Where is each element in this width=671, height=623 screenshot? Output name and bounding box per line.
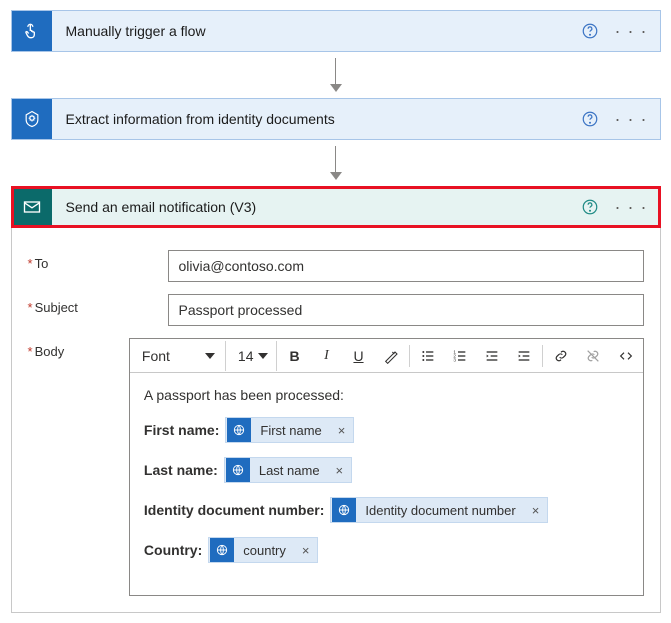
mail-icon — [12, 187, 52, 227]
body-editor: Font 14 B I U — [129, 338, 644, 596]
chevron-down-icon — [258, 353, 268, 359]
token-remove-icon[interactable]: × — [524, 503, 548, 518]
body-intro-text: A passport has been processed: — [144, 387, 629, 403]
flow-arrow — [330, 52, 342, 98]
italic-button[interactable]: I — [313, 341, 341, 371]
font-select[interactable]: Font — [132, 341, 226, 371]
dynamic-content-icon — [332, 498, 356, 522]
dynamic-content-icon — [226, 458, 250, 482]
to-input[interactable] — [168, 250, 644, 282]
field-label-firstname: First name: — [144, 422, 219, 438]
more-icon[interactable]: · · · — [615, 197, 648, 218]
font-size-select[interactable]: 14 — [230, 341, 277, 371]
numbered-list-button[interactable]: 123 — [446, 341, 474, 371]
token-first-name[interactable]: First name × — [225, 417, 354, 443]
token-label: Last name — [251, 463, 328, 478]
token-remove-icon[interactable]: × — [330, 423, 354, 438]
code-view-button[interactable] — [611, 341, 641, 371]
link-button[interactable] — [547, 341, 575, 371]
toolbar-separator — [409, 345, 410, 367]
flow-step-title: Send an email notification (V3) — [52, 199, 581, 215]
field-label-country: Country: — [144, 542, 202, 558]
font-select-label: Font — [142, 348, 170, 364]
ai-builder-icon — [12, 99, 52, 139]
token-remove-icon[interactable]: × — [294, 543, 318, 558]
flow-step-extract[interactable]: Extract information from identity docume… — [11, 98, 661, 140]
more-icon[interactable]: · · · — [615, 21, 648, 42]
subject-input[interactable] — [168, 294, 644, 326]
help-icon[interactable] — [581, 198, 599, 216]
token-id-number[interactable]: Identity document number × — [330, 497, 548, 523]
flow-arrow — [330, 140, 342, 186]
field-label-lastname: Last name: — [144, 462, 218, 478]
dynamic-content-icon — [210, 538, 234, 562]
bold-button[interactable]: B — [281, 341, 309, 371]
flow-step-trigger[interactable]: Manually trigger a flow · · · — [11, 10, 661, 52]
token-label: Identity document number — [357, 503, 523, 518]
font-size-label: 14 — [238, 348, 254, 364]
token-label: First name — [252, 423, 329, 438]
outdent-button[interactable] — [478, 341, 506, 371]
flow-step-title: Extract information from identity docume… — [52, 111, 581, 127]
field-label-idnum: Identity document number: — [144, 502, 324, 518]
email-config-panel: To Subject Body Font — [11, 228, 661, 613]
label-body: Body — [28, 338, 129, 359]
editor-content[interactable]: A passport has been processed: First nam… — [130, 373, 643, 595]
editor-toolbar: Font 14 B I U — [130, 339, 643, 373]
label-subject: Subject — [28, 294, 168, 315]
token-country[interactable]: country × — [208, 537, 318, 563]
chevron-down-icon — [205, 353, 215, 359]
flow-step-title: Manually trigger a flow — [52, 23, 581, 39]
indent-button[interactable] — [510, 341, 538, 371]
bulleted-list-button[interactable] — [414, 341, 442, 371]
token-remove-icon[interactable]: × — [328, 463, 352, 478]
underline-button[interactable]: U — [345, 341, 373, 371]
touch-icon — [12, 11, 52, 51]
unlink-button[interactable] — [579, 341, 607, 371]
more-icon[interactable]: · · · — [615, 109, 648, 130]
token-label: country — [235, 543, 294, 558]
dynamic-content-icon — [227, 418, 251, 442]
help-icon[interactable] — [581, 22, 599, 40]
token-last-name[interactable]: Last name × — [224, 457, 352, 483]
flow-step-send-email[interactable]: Send an email notification (V3) · · · — [11, 186, 661, 228]
svg-text:3: 3 — [453, 357, 456, 362]
help-icon[interactable] — [581, 110, 599, 128]
toolbar-separator — [542, 345, 543, 367]
font-color-button[interactable] — [377, 341, 405, 371]
label-to: To — [28, 250, 168, 271]
